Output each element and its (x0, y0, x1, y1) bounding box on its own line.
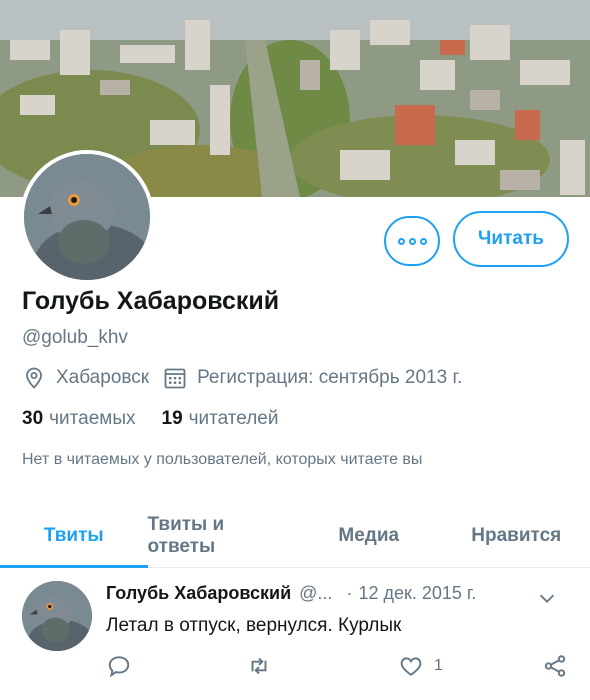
profile-handle: @golub_khv (22, 327, 128, 348)
retweet-icon (251, 657, 267, 675)
tweet-handle[interactable]: @... (299, 583, 332, 604)
followers-label: читателей (188, 408, 279, 429)
reply-icon (108, 656, 130, 678)
profile-name: Голубь Хабаровский (22, 287, 280, 315)
tab-tweets-and-replies[interactable]: Твиты и ответы (148, 504, 296, 567)
tweet-actions: 1 (106, 653, 576, 683)
location-icon (22, 366, 46, 390)
known-followers-text: Нет в читаемых у пользователей, которых … (22, 451, 423, 468)
pigeon-avatar-image (24, 154, 150, 280)
following-count: 30 (22, 408, 44, 429)
tweet-separator: · (346, 583, 353, 603)
tweet-header: Голубь Хабаровский @... · 12 дек. 2015 г… (106, 583, 576, 604)
like-button[interactable]: 1 (398, 653, 443, 679)
tab-likes[interactable]: Нравится (443, 504, 590, 567)
profile-avatar[interactable] (20, 150, 154, 284)
reply-button[interactable] (106, 653, 132, 679)
tweet-date[interactable]: 12 дек. 2015 г. (358, 583, 476, 604)
location: Хабаровск (22, 366, 149, 390)
like-count: 1 (434, 657, 443, 674)
tweet[interactable]: Голубь Хабаровский @... · 12 дек. 2015 г… (0, 569, 590, 700)
following-label: читаемых (49, 408, 136, 429)
retweet-button[interactable] (246, 653, 272, 679)
share-icon (544, 655, 566, 677)
profile-tabs: Твиты Твиты и ответы Медиа Нравится (0, 504, 590, 568)
chevron-down-icon[interactable] (536, 587, 558, 609)
calendar-icon (163, 366, 187, 390)
join-date: Регистрация: сентябрь 2013 г. (163, 366, 462, 390)
tweet-text: Летал в отпуск, вернулся. Курлык (106, 615, 402, 636)
tweet-avatar[interactable] (22, 581, 92, 651)
share-button[interactable] (542, 653, 568, 679)
pigeon-avatar-small-image (22, 581, 92, 651)
more-options-button[interactable] (384, 216, 440, 266)
join-date-text: Регистрация: сентябрь 2013 г. (197, 367, 463, 388)
follow-counts: 30 читаемых 19 читателей (22, 408, 304, 430)
followers-count: 19 (161, 408, 183, 429)
location-text: Хабаровск (56, 367, 150, 388)
following-link[interactable]: 30 читаемых (22, 408, 136, 430)
tab-media[interactable]: Медиа (295, 504, 443, 567)
follow-button[interactable]: Читать (453, 211, 569, 267)
followers-link[interactable]: 19 читателей (162, 408, 279, 430)
profile-meta: Хабаровск Регистрация: сентябрь 2013 г. (22, 366, 476, 390)
tab-tweets[interactable]: Твиты (0, 504, 148, 568)
tweet-author[interactable]: Голубь Хабаровский (106, 583, 291, 604)
more-dots-icon (397, 237, 427, 245)
like-icon (400, 657, 422, 676)
